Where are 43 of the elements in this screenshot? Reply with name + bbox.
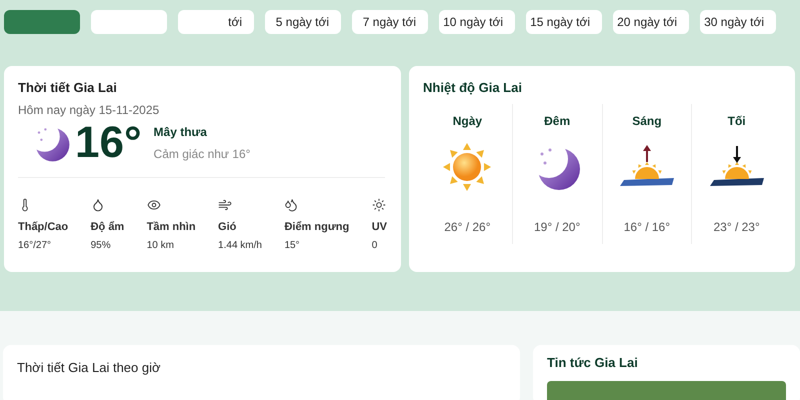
stat-value: 15° — [284, 239, 301, 253]
stat-value: 1.44 km/h — [218, 239, 262, 253]
period-temperature: 19° / 20° — [534, 218, 580, 236]
day-range-tab[interactable]: 20 ngày tới — [613, 10, 689, 34]
day-range-tab[interactable]: tới — [178, 10, 254, 34]
humidity-icon — [90, 198, 105, 212]
stat-label: Điểm ngưng — [284, 220, 350, 234]
wind-icon — [218, 198, 232, 212]
uv-icon — [372, 198, 386, 212]
day-range-tab[interactable]: 15 ngày tới — [526, 10, 602, 34]
day-range-tab[interactable] — [4, 10, 80, 34]
dewpoint-icon — [284, 198, 298, 212]
period-label: Tối — [728, 112, 746, 130]
period-temperature: 26° / 26° — [444, 218, 491, 236]
sun-icon — [442, 142, 492, 192]
stat-value: 16°/27° — [18, 239, 52, 253]
period-label: Ngày — [452, 112, 482, 130]
stat-value: 95% — [90, 239, 112, 253]
condition-text: Mây thưa — [154, 124, 208, 140]
period-temperature: 16° / 16° — [624, 218, 670, 236]
visibility-icon — [146, 198, 161, 212]
card-title: Thời tiết Gia Lai — [18, 79, 118, 97]
day-range-tab[interactable] — [91, 10, 167, 34]
card-title: Thời tiết Gia Lai theo giờ — [17, 359, 162, 377]
stat-label: Thấp/Cao — [18, 220, 68, 234]
temperature-value: 16° — [75, 120, 142, 164]
card-title: Tin tức Gia Lai — [547, 354, 639, 372]
day-range-tab[interactable]: 7 ngày tới — [352, 10, 428, 34]
date-text: Hôm nay ngày 15-11-2025 — [18, 102, 160, 118]
day-range-tab[interactable]: 5 ngày tới — [265, 10, 341, 34]
stat-value: 10 km — [146, 239, 175, 253]
day-range-tab[interactable]: 30 ngày tới — [700, 10, 776, 34]
stat-label: Gió — [218, 220, 238, 234]
stat-label: Tầm nhìn — [146, 220, 196, 234]
feels-like-text: Cảm giác như 16° — [154, 146, 250, 162]
stat-value: 0 — [372, 239, 378, 253]
day-range-tab[interactable]: 10 ngày tới — [439, 10, 515, 34]
stat-label: Độ ẩm — [90, 220, 124, 234]
period-label: Đêm — [544, 112, 570, 130]
card-title: Nhiệt độ Gia Lai — [423, 79, 523, 97]
period-temperature: 23° / 23° — [713, 218, 760, 236]
period-label: Sáng — [632, 112, 662, 130]
stat-label: UV — [372, 220, 387, 234]
